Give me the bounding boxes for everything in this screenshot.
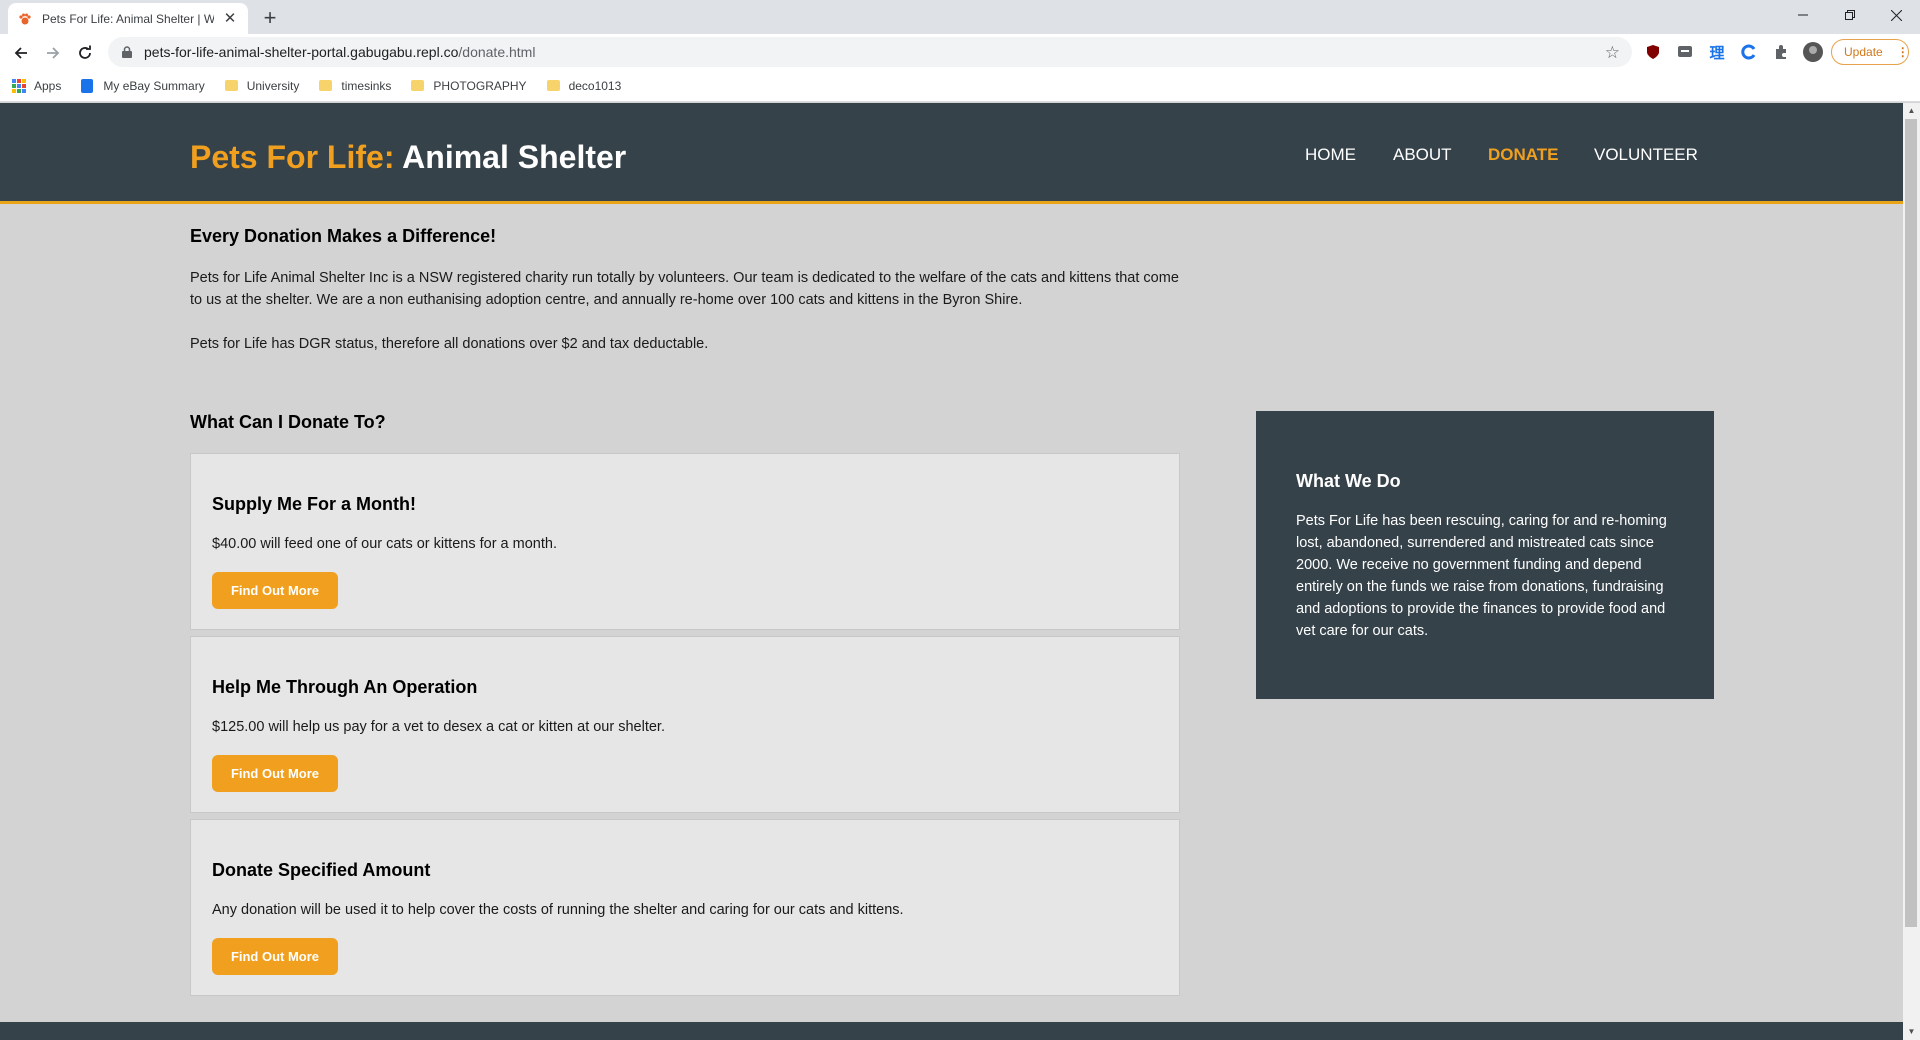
intro-paragraph: Pets for Life Animal Shelter Inc is a NS… [190, 270, 1179, 308]
scroll-up-arrow-icon[interactable]: ▲ [1903, 103, 1920, 119]
shopping-bag-icon [81, 78, 94, 93]
donation-card: Help Me Through An Operation $125.00 wil… [190, 636, 1180, 813]
bookmark-label: University [246, 78, 300, 93]
address-bar[interactable]: pets-for-life-animal-shelter-portal.gabu… [108, 37, 1632, 67]
browser-tabstrip: Pets For Life: Animal Shelter | We ✕ + [0, 0, 1920, 34]
bookmark-ebay[interactable]: My eBay Summary [81, 78, 205, 93]
what-we-do-sidebar: What We Do Pets For Life has been rescui… [1256, 411, 1714, 699]
find-out-more-button[interactable]: Find Out More [212, 755, 338, 792]
folder-icon [411, 80, 425, 91]
bookmark-label: Apps [34, 78, 62, 93]
update-label: Update [1844, 45, 1883, 59]
card-text: Any donation will be used it to help cov… [212, 902, 904, 918]
url-text: pets-for-life-animal-shelter-portal.gabu… [144, 44, 535, 60]
page-viewport: Pets For Life: Animal Shelter HOME ABOUT… [0, 103, 1903, 1040]
forward-arrow-icon[interactable] [40, 40, 66, 66]
browser-tab[interactable]: Pets For Life: Animal Shelter | We ✕ [8, 3, 248, 34]
bookmark-university[interactable]: University [224, 78, 300, 93]
donate-heading: What Can I Donate To? [190, 412, 386, 432]
url-host: pets-for-life-animal-shelter-portal.gabu… [144, 44, 459, 60]
brand-rest: Animal Shelter [394, 139, 627, 175]
update-button[interactable]: Update ⋮ [1831, 39, 1909, 65]
site-header: Pets For Life: Animal Shelter HOME ABOUT… [0, 103, 1903, 204]
nav-volunteer[interactable]: VOLUNTEER [1594, 145, 1698, 165]
puzzle-extensions-icon[interactable] [1771, 42, 1791, 62]
more-menu-icon: ⋮ [1896, 45, 1909, 59]
lock-icon [120, 45, 134, 59]
intro-heading: Every Donation Makes a Difference! [190, 226, 497, 246]
minimize-button[interactable] [1780, 0, 1826, 30]
donation-card: Donate Specified Amount Any donation wil… [190, 819, 1180, 996]
close-window-button[interactable] [1873, 0, 1919, 30]
card-text: $125.00 will help us pay for a vet to de… [212, 719, 665, 735]
new-tab-button[interactable]: + [258, 6, 282, 30]
browser-toolbar: pets-for-life-animal-shelter-portal.gabu… [0, 34, 1920, 70]
bookmark-label: timesinks [341, 78, 392, 93]
card-title: Help Me Through An Operation [212, 677, 478, 697]
site-logo-text[interactable]: Pets For Life: Animal Shelter [190, 139, 626, 176]
site-footer [0, 1022, 1903, 1040]
card-text: $40.00 will feed one of our cats or kitt… [212, 536, 557, 552]
bookmark-photography[interactable]: PHOTOGRAPHY [411, 78, 527, 93]
ublock-extension-icon[interactable] [1643, 42, 1663, 62]
bookmark-label: deco1013 [568, 78, 622, 93]
find-out-more-button[interactable]: Find Out More [212, 938, 338, 975]
back-arrow-icon[interactable] [8, 40, 34, 66]
restore-button[interactable] [1827, 0, 1873, 30]
tab-title: Pets For Life: Animal Shelter | We [42, 11, 215, 26]
sidebar-title: What We Do [1296, 471, 1401, 491]
bookmark-star-icon[interactable]: ☆ [1605, 43, 1620, 63]
bookmark-deco1013[interactable]: deco1013 [546, 78, 622, 93]
apps-grid-icon [12, 78, 26, 93]
dictionary-extension-icon[interactable]: 理 [1707, 42, 1727, 62]
nav-about[interactable]: ABOUT [1393, 145, 1452, 165]
tab-close-icon[interactable]: ✕ [222, 10, 238, 27]
folder-icon [319, 80, 333, 91]
reload-icon[interactable] [72, 40, 98, 66]
folder-icon [546, 80, 560, 91]
page-scrollbar[interactable]: ▲ ▼ [1903, 103, 1920, 1040]
card-title: Supply Me For a Month! [212, 494, 416, 514]
chat-extension-icon[interactable] [1675, 42, 1695, 62]
donation-card: Supply Me For a Month! $40.00 will feed … [190, 453, 1180, 630]
url-path: /donate.html [458, 44, 536, 60]
bookmark-timesinks[interactable]: timesinks [319, 79, 391, 93]
bookmarks-bar: Apps My eBay Summary University timesink… [0, 70, 1920, 102]
profile-avatar[interactable] [1803, 42, 1823, 62]
dgr-paragraph: Pets for Life has DGR status, therefore … [190, 336, 709, 352]
find-out-more-button[interactable]: Find Out More [212, 572, 338, 609]
bookmark-apps[interactable]: Apps [12, 78, 62, 93]
refresh-extension-icon[interactable] [1739, 42, 1759, 62]
card-title: Donate Specified Amount [212, 860, 431, 880]
paw-favicon-icon [18, 12, 32, 26]
sidebar-text: Pets For Life has been rescuing, caring … [1296, 513, 1667, 639]
bookmark-label: PHOTOGRAPHY [433, 78, 527, 93]
brand-highlight: Pets For Life: [190, 139, 395, 175]
folder-icon [224, 80, 238, 91]
scroll-down-arrow-icon[interactable]: ▼ [1903, 1024, 1920, 1040]
scrollbar-thumb[interactable] [1905, 119, 1917, 927]
nav-home[interactable]: HOME [1305, 145, 1356, 165]
nav-donate[interactable]: DONATE [1488, 145, 1559, 165]
bookmark-label: My eBay Summary [103, 78, 205, 93]
